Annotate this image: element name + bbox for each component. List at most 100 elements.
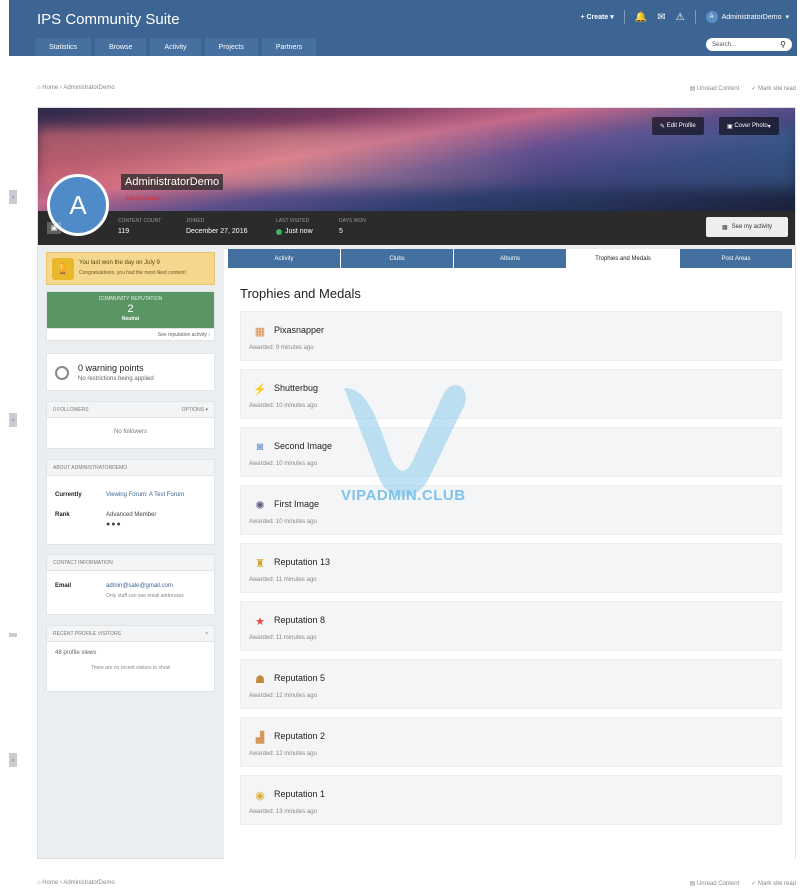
camera-icon: ◙ bbox=[256, 441, 264, 453]
contact-header: Contact Information bbox=[47, 555, 214, 571]
profile-views: 48 profile views bbox=[55, 650, 97, 656]
warning-box: 0 warning points No restrictions being a… bbox=[46, 353, 215, 391]
lightning-icon: ⚡ bbox=[253, 383, 267, 396]
home-icon: ⌂ bbox=[37, 85, 41, 91]
reputation-value: 2 bbox=[127, 303, 134, 315]
side-collapse-handle[interactable] bbox=[9, 633, 17, 637]
warning-title: 0 warning points bbox=[78, 363, 144, 373]
tab-trophies[interactable]: Trophies and Medals bbox=[567, 249, 679, 268]
breadcrumb-home[interactable]: Home bbox=[42, 880, 58, 886]
reputation-level: Neutral bbox=[121, 316, 140, 322]
nav-partners[interactable]: Partners bbox=[261, 38, 317, 56]
side-expand-handle[interactable]: › bbox=[9, 753, 17, 767]
nav-projects[interactable]: Projects bbox=[204, 38, 258, 56]
cover-photo-button[interactable]: ▣ Cover Photo ▾ bbox=[719, 117, 779, 135]
unread-content-link[interactable]: ▤ Unread Content bbox=[690, 85, 740, 92]
visitors-empty: There are no recent visitors to show bbox=[90, 665, 171, 671]
breadcrumb-actions: ▤ Unread Content ✓ Mark site read bbox=[690, 85, 796, 92]
breadcrumb-home[interactable]: Home bbox=[42, 85, 58, 91]
trophy-item[interactable]: ◙ Second Image Awarded: 10 minutes ago bbox=[240, 427, 782, 477]
warning-icon[interactable]: ⚠ bbox=[676, 12, 685, 23]
watermark-text: VIPADMIN.CLUB bbox=[341, 487, 466, 504]
search-placeholder: Search... bbox=[712, 41, 737, 48]
mark-read-link[interactable]: ✓ Mark site read bbox=[751, 85, 796, 92]
about-box: About AdministratorDemo Currently Viewin… bbox=[46, 459, 215, 545]
profile-main: Activity Clubs Albums Trophies and Medal… bbox=[224, 249, 795, 859]
trophy-item[interactable]: ◉ Reputation 1 Awarded: 13 minutes ago bbox=[240, 775, 782, 825]
podium-icon: ▟ bbox=[255, 731, 265, 744]
tab-activity[interactable]: Activity bbox=[228, 249, 340, 268]
main-nav: Statistics Browse Activity Projects Part… bbox=[35, 38, 317, 56]
gold-medal-icon: ◉ bbox=[255, 789, 265, 802]
winner-text: Congratulations, you had the most liked … bbox=[79, 270, 187, 276]
trophy-item[interactable]: ▟ Reputation 2 Awarded: 12 minutes ago bbox=[240, 717, 782, 767]
app-title[interactable]: IPS Community Suite bbox=[37, 11, 180, 28]
email-note: Only staff can see email addresses bbox=[106, 593, 184, 599]
trophy-item[interactable]: ✺ First Image Awarded: 10 minutes ago bbox=[240, 485, 782, 535]
trophy-item[interactable]: ☗ Reputation 5 Awarded: 12 minutes ago bbox=[240, 659, 782, 709]
star-icon: ★ bbox=[255, 615, 265, 628]
trophy-item[interactable]: ⚡ Shutterbug Awarded: 10 minutes ago bbox=[240, 369, 782, 419]
home-icon: ⌂ bbox=[37, 880, 41, 886]
see-activity-button[interactable]: ▦ See my activity bbox=[706, 217, 788, 237]
warning-text: No restrictions being applied bbox=[78, 376, 154, 382]
trophy-item[interactable]: ♜ Reputation 13 Awarded: 11 minutes ago bbox=[240, 543, 782, 593]
user-menu[interactable]: A AdministratorDemo ▾ bbox=[705, 11, 789, 23]
search-icon[interactable]: ⚲ bbox=[780, 40, 786, 49]
envelope-icon[interactable]: ✉ bbox=[657, 12, 665, 23]
side-expand-handle[interactable]: › bbox=[9, 413, 17, 427]
stat-last-visited: Last Visited Just now bbox=[276, 218, 313, 235]
warning-circle-icon bbox=[55, 366, 69, 380]
change-photo-icon[interactable]: ▣ bbox=[47, 222, 61, 234]
tab-post-areas[interactable]: Post Areas bbox=[680, 249, 792, 268]
nav-activity[interactable]: Activity bbox=[150, 38, 201, 56]
activity-icon: ▦ bbox=[721, 224, 728, 231]
tab-clubs[interactable]: Clubs bbox=[341, 249, 453, 268]
close-icon[interactable]: × bbox=[205, 631, 208, 637]
edit-profile-button[interactable]: ✎ Edit Profile bbox=[652, 117, 704, 135]
reputation-link-row: See reputation activity › bbox=[46, 329, 215, 341]
stat-days-won: Days Won 5 bbox=[339, 218, 366, 235]
medal-icon: ☗ bbox=[255, 673, 265, 686]
rank-pips-icon: ●●● bbox=[106, 521, 122, 528]
breadcrumb-footer: ⌂ Home › AdministratorDemo bbox=[37, 880, 115, 886]
tab-albums[interactable]: Albums bbox=[454, 249, 566, 268]
visitors-header: Recent Profile Visitors × bbox=[47, 626, 214, 642]
stat-content-count: Content Count 119 bbox=[118, 218, 162, 235]
trophy-item[interactable]: ★ Reputation 8 Awarded: 11 minutes ago bbox=[240, 601, 782, 651]
bell-icon[interactable]: 🔔 bbox=[635, 12, 647, 23]
mark-read-link[interactable]: ✓ Mark site read bbox=[751, 880, 796, 887]
trophy-item[interactable]: ▦ Pixasnapper Awarded: 9 minutes ago bbox=[240, 311, 782, 361]
day-winner-box: 🏆 You last won the day on July 9 Congrat… bbox=[46, 252, 215, 285]
profile-username: AdministratorDemo bbox=[121, 174, 224, 190]
followers-options-button[interactable]: Options ▾ bbox=[182, 407, 208, 413]
search-input[interactable]: Search... ⚲ bbox=[706, 38, 792, 51]
followers-empty: No followers bbox=[113, 429, 147, 435]
trophy-icon: 🏆 bbox=[52, 258, 74, 280]
rank-value: Advanced Member bbox=[106, 512, 157, 518]
header-user-bar: + Create ▾ 🔔 ✉ ⚠ A AdministratorDemo ▾ bbox=[580, 10, 789, 24]
email-value[interactable]: admin@sale@gmail.com bbox=[106, 583, 173, 589]
user-name: AdministratorDemo bbox=[721, 13, 782, 21]
breadcrumb: ⌂ Home › AdministratorDemo bbox=[37, 85, 115, 91]
header-divider bbox=[623, 10, 625, 24]
user-avatar: A bbox=[705, 11, 718, 23]
create-button[interactable]: + Create ▾ bbox=[580, 13, 613, 21]
profile-tabs: Activity Clubs Albums Trophies and Medal… bbox=[228, 249, 792, 268]
winner-title: You last won the day on July 9 bbox=[79, 260, 160, 266]
about-header: About AdministratorDemo bbox=[47, 460, 214, 476]
side-expand-handle[interactable]: › bbox=[9, 190, 17, 204]
currently-value[interactable]: Viewing Forum: A Test Forum bbox=[106, 492, 184, 498]
profile-usergroup: Administrator bbox=[125, 196, 161, 202]
nav-statistics[interactable]: Statistics bbox=[35, 38, 92, 56]
unread-content-link[interactable]: ▤ Unread Content bbox=[690, 880, 740, 887]
visitors-box: Recent Profile Visitors × 48 profile vie… bbox=[46, 625, 215, 692]
breadcrumb-current: AdministratorDemo bbox=[63, 85, 115, 91]
section-title: Trophies and Medals bbox=[240, 286, 361, 301]
nav-browse[interactable]: Browse bbox=[95, 38, 147, 56]
photo-icon: ▦ bbox=[254, 325, 266, 338]
reputation-activity-link[interactable]: See reputation activity › bbox=[158, 332, 210, 338]
about-row: Currently bbox=[55, 492, 82, 498]
stat-joined: Joined December 27, 2016 bbox=[186, 218, 248, 235]
reputation-label: Community Reputation bbox=[98, 296, 163, 302]
